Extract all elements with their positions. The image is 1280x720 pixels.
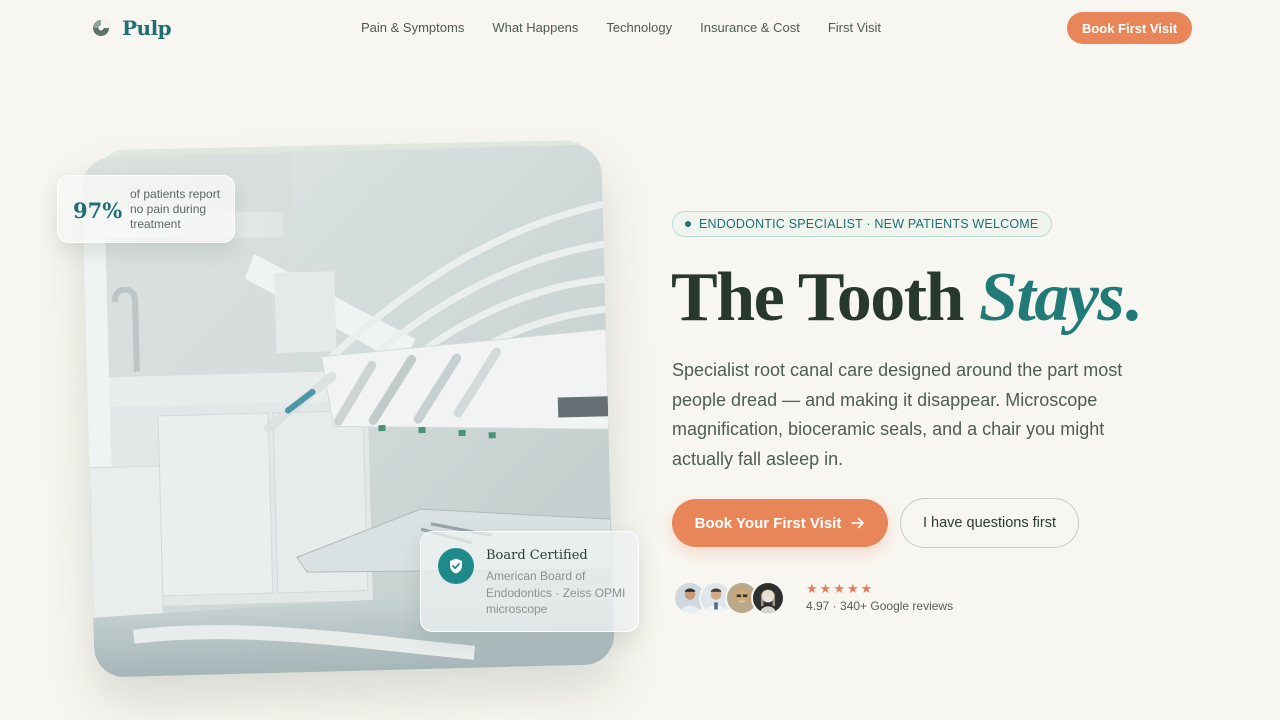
stat-value: 97% — [73, 198, 123, 223]
star-rating: ★ ★ ★ ★ ★ — [806, 582, 872, 596]
book-first-visit-button[interactable]: Book First Visit — [1067, 12, 1192, 44]
stat-description: of patients report no pain during treatm… — [130, 187, 221, 231]
badge-label: ENDODONTIC SPECIALIST · NEW PATIENTS WEL… — [699, 217, 1039, 231]
hero-title: The Tooth Stays. — [671, 258, 1141, 338]
arrow-right-icon — [851, 517, 865, 529]
hero-title-accent: Stays — [978, 259, 1125, 336]
star-icon: ★ — [846, 581, 859, 596]
hero-title-main: The Tooth — [671, 259, 979, 336]
questions-first-button[interactable]: I have questions first — [900, 498, 1079, 548]
hero-title-period: . — [1123, 259, 1141, 336]
certification-title: Board Certified — [486, 548, 588, 563]
reviewer-avatars — [673, 581, 788, 615]
nav-link-first-visit[interactable]: First Visit — [828, 20, 881, 35]
book-your-first-visit-button[interactable]: Book Your First Visit — [672, 499, 888, 547]
certification-subtitle: American Board of Endodontics · Zeiss OP… — [486, 569, 626, 616]
brand-name: Pulp — [122, 16, 172, 40]
star-icon: ★ — [860, 581, 873, 596]
review-summary: 4.97 · 340+ Google reviews — [806, 599, 954, 613]
nav-link-insurance-cost[interactable]: Insurance & Cost — [700, 20, 800, 35]
top-nav: Pulp Pain & Symptoms What Happens Techno… — [0, 0, 1280, 56]
star-icon: ★ — [819, 581, 832, 596]
patient-stat-card: 97% of patients report no pain during tr… — [57, 175, 235, 243]
avatar — [751, 581, 785, 615]
star-icon: ★ — [806, 581, 818, 596]
hero-description: Specialist root canal care designed arou… — [672, 360, 1123, 470]
tooth-logo-icon — [93, 20, 109, 36]
nav-link-pain-symptoms[interactable]: Pain & Symptoms — [361, 20, 464, 35]
nav-link-what-happens[interactable]: What Happens — [492, 20, 578, 35]
primary-nav: Pain & Symptoms What Happens Technology … — [361, 20, 881, 35]
specialist-badge: ENDODONTIC SPECIALIST · NEW PATIENTS WEL… — [672, 211, 1053, 237]
shield-check-icon — [438, 548, 474, 584]
star-icon: ★ — [833, 581, 845, 596]
brand-logo[interactable]: Pulp — [92, 16, 172, 40]
certification-card: Board Certified American Board of Endodo… — [420, 531, 639, 632]
primary-cta-label: Book Your First Visit — [694, 514, 842, 532]
badge-dot-icon — [685, 221, 691, 227]
nav-link-technology[interactable]: Technology — [606, 20, 672, 35]
